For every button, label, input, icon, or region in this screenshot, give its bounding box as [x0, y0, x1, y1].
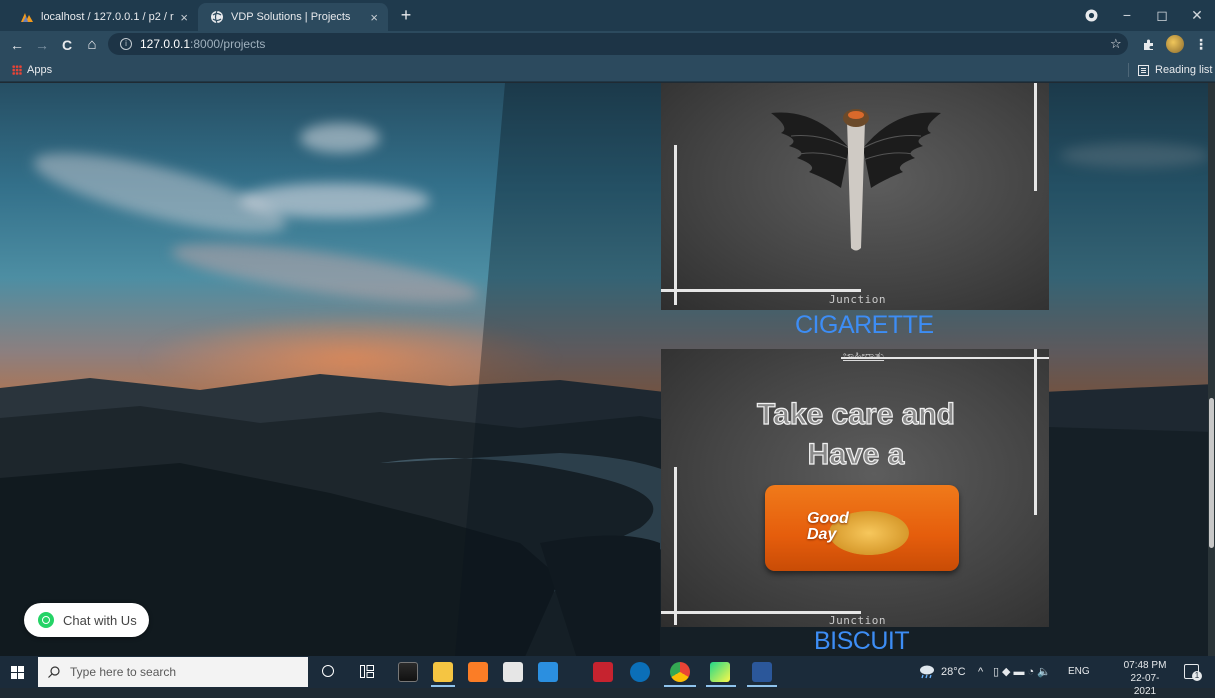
sublime-icon[interactable] — [468, 662, 488, 682]
chevron-up-icon[interactable]: ^ — [978, 665, 983, 679]
minimize-button[interactable]: − — [1112, 4, 1142, 26]
cortana-icon[interactable] — [322, 665, 334, 677]
reading-list-label: Reading list — [1155, 64, 1213, 76]
bookmark-star-icon[interactable]: ☆ — [1110, 36, 1122, 52]
browser-toolbar: ← → C ⌂ i 127.0.0.1:8000/projects ☆ ⋮ — [0, 31, 1215, 58]
clock-date: 22-07-2021 — [1130, 673, 1160, 697]
address-host: 127.0.0.1 — [140, 37, 191, 51]
chrome-icon[interactable] — [670, 662, 690, 682]
taskbar-search-box[interactable]: Type here to search — [38, 657, 308, 687]
tablet-app-icon[interactable] — [398, 662, 418, 682]
search-placeholder: Type here to search — [70, 665, 177, 679]
pycharm-icon[interactable] — [710, 662, 730, 682]
whatsapp-icon — [38, 612, 54, 628]
tab-close-button[interactable]: × — [370, 10, 378, 25]
active-indicator — [706, 685, 736, 687]
project-card-cigarette[interactable]: Junction — [661, 83, 1049, 310]
reading-list-button[interactable]: Reading list — [1138, 62, 1212, 78]
new-tab-button[interactable]: + — [396, 5, 416, 25]
menu-icon[interactable]: ⋮ — [1194, 36, 1208, 53]
mcafee-icon[interactable] — [593, 662, 613, 682]
weather-temp[interactable]: 28°C — [941, 665, 966, 679]
home-button[interactable]: ⌂ — [81, 34, 103, 56]
active-indicator — [431, 685, 455, 687]
search-icon — [48, 666, 60, 678]
winged-cigarette-image — [771, 109, 941, 251]
notification-icon[interactable]: 1 — [1184, 664, 1202, 681]
product-label-biscuit: BISCUIT — [814, 627, 910, 655]
profile-icon[interactable] — [1085, 9, 1098, 22]
tab-strip: localhost / 127.0.0.1 / p2 / review × VD… — [0, 0, 1215, 31]
apps-button[interactable]: Apps — [12, 62, 52, 78]
notification-badge: 1 — [1192, 671, 1202, 681]
back-button[interactable]: ← — [6, 34, 28, 56]
app-circle-icon[interactable] — [630, 662, 650, 682]
chat-with-us-button[interactable]: Chat with Us — [24, 603, 149, 637]
task-view-icon[interactable] — [360, 665, 374, 678]
junction-label: Junction — [829, 293, 886, 306]
ad-headline-line2: Have a — [807, 437, 905, 471]
language-indicator[interactable]: ENG — [1068, 665, 1090, 679]
frame-line — [661, 289, 861, 292]
tab-phpmyadmin[interactable]: localhost / 127.0.0.1 / p2 / review × — [8, 3, 198, 31]
bookmarks-bar: Apps Reading list — [0, 58, 1215, 82]
junction-label: Junction — [829, 614, 886, 627]
active-indicator — [664, 685, 696, 687]
clock-time: 07:48 PM — [1123, 660, 1167, 671]
address-path: :8000/projects — [190, 37, 266, 51]
frame-line — [674, 145, 677, 305]
mail-icon[interactable] — [538, 662, 558, 682]
active-indicator — [747, 685, 777, 687]
frame-line — [841, 357, 1049, 359]
file-explorer-icon[interactable] — [433, 662, 453, 682]
tab-title: VDP Solutions | Projects — [231, 11, 351, 23]
maximize-button[interactable]: ◻ — [1147, 4, 1177, 26]
globe-icon — [211, 10, 223, 24]
window-close-button[interactable]: ✕ — [1182, 4, 1212, 26]
weather-icon[interactable] — [918, 664, 936, 679]
extensions-icon[interactable] — [1142, 38, 1155, 51]
reload-button[interactable]: C — [56, 34, 78, 56]
ad-headline: Take care and Have a — [731, 395, 981, 475]
frame-line — [1034, 349, 1037, 515]
clock[interactable]: 07:48 PM 22-07-2021 — [1120, 659, 1170, 698]
product-label-cigarette: CIGARETTE — [795, 311, 934, 339]
web-page: Junction CIGARETTE ಜಾಹೀರಾತು Take care an… — [0, 83, 1215, 656]
forward-button[interactable]: → — [31, 34, 53, 56]
avatar[interactable] — [1166, 35, 1184, 53]
scrollbar-thumb[interactable] — [1209, 398, 1214, 548]
chat-label: Chat with Us — [63, 612, 137, 628]
apps-grid-icon — [12, 65, 22, 75]
tab-close-button[interactable]: × — [180, 10, 188, 25]
tab-vdp-projects[interactable]: VDP Solutions | Projects × — [198, 3, 388, 31]
good-day-biscuit-pack-image: Good Day — [765, 485, 959, 571]
windows-start-icon[interactable] — [11, 666, 24, 679]
ad-headline-line1: Take care and — [756, 397, 955, 431]
frame-line — [674, 467, 677, 625]
page-scrollbar[interactable] — [1208, 83, 1215, 656]
store-icon[interactable] — [503, 662, 523, 682]
phpmyadmin-icon — [21, 13, 33, 22]
info-icon[interactable]: i — [120, 38, 132, 50]
pack-brand-text: Good Day — [807, 510, 849, 543]
system-tray-icons[interactable]: ▯◆▬◔🔈 — [993, 665, 1054, 679]
reading-list-icon — [1138, 64, 1149, 76]
tab-title: localhost / 127.0.0.1 / p2 / review — [41, 11, 174, 23]
ad-kannada-label: ಜಾಹೀರಾತು — [843, 349, 885, 362]
frame-line — [1034, 83, 1037, 191]
word-icon[interactable] — [752, 662, 772, 682]
divider — [1128, 63, 1129, 77]
windows-taskbar: Type here to search 28°C ^ ▯◆▬◔🔈 ENG 07:… — [0, 656, 1215, 697]
address-bar[interactable]: i 127.0.0.1:8000/projects — [108, 33, 1128, 55]
apps-label: Apps — [27, 64, 53, 76]
project-card-biscuit[interactable]: ಜಾಹೀರಾತು Take care and Have a Good Day J… — [661, 349, 1049, 627]
